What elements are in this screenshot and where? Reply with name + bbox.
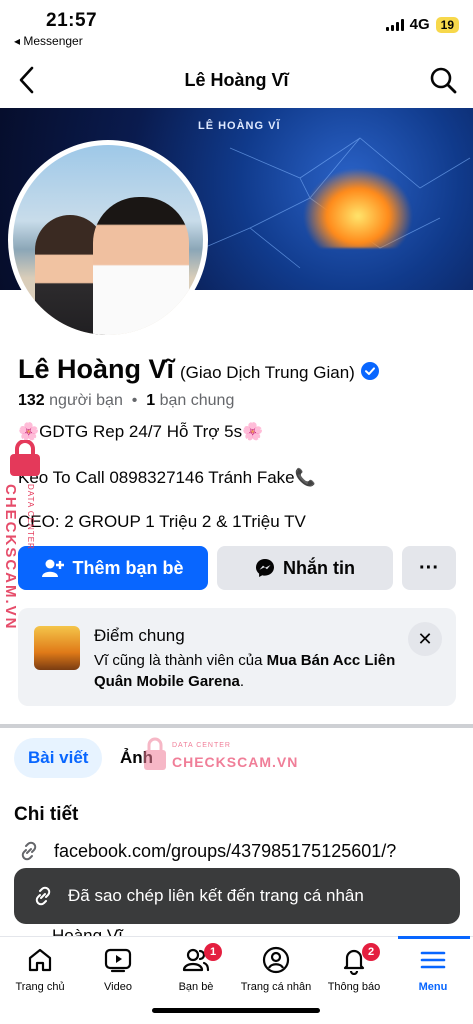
toast-text: Đã sao chép liên kết đến trang cá nhân (68, 886, 364, 905)
link-icon (35, 886, 51, 906)
copied-link-toast: Đã sao chép liên kết đến trang cá nhân (14, 868, 460, 924)
video-icon (104, 948, 132, 973)
detail-link-text[interactable]: facebook.com/groups/437985175125601/? (54, 841, 396, 862)
nav-label: Video (104, 981, 132, 993)
add-friend-button[interactable]: Thêm bạn bè (18, 546, 208, 590)
nav-item-video[interactable]: Video (78, 945, 158, 993)
back-to-messenger[interactable]: ◂ Messenger (14, 34, 83, 48)
avatar-photo (13, 145, 203, 335)
active-tab-indicator (398, 936, 470, 939)
friends-badge: 1 (204, 943, 222, 961)
profile-name-row: Lê Hoàng Vĩ (Giao Dịch Trung Gian) (18, 354, 379, 385)
bio-line: Keo To Call 0898327146 Tránh Fake📞 (18, 468, 316, 487)
status-indicators: 4G 19 (385, 16, 459, 33)
friends-label: người bạn (49, 392, 123, 409)
watermark-subtitle: DATA CENTER (172, 742, 231, 749)
search-icon[interactable] (427, 64, 459, 96)
close-icon[interactable]: ✕ (408, 622, 442, 656)
nav-item-profile[interactable]: Trang cá nhân (236, 945, 316, 993)
watermark-brand: CHECKSCAM.VN (172, 754, 299, 770)
home-indicator (152, 1008, 320, 1013)
bio-line: 🌸GDTG Rep 24/7 Hỗ Trợ 5s🌸 (18, 422, 264, 441)
status-time: 21:57 (46, 10, 98, 31)
network-label: 4G (409, 16, 430, 33)
avatar-person-right (93, 197, 189, 335)
add-friend-label: Thêm bạn bè (72, 557, 184, 578)
details-heading: Chi tiết (14, 804, 79, 825)
messenger-icon (256, 559, 274, 577)
friends-count: 132 (18, 392, 45, 409)
cover-fire-graphic (303, 168, 413, 248)
group-thumbnail (34, 626, 80, 670)
tab-posts[interactable]: Bài viết (14, 738, 103, 778)
home-icon (28, 948, 52, 972)
nav-label: Thông báo (327, 981, 381, 993)
nav-label: Bạn bè (178, 981, 214, 993)
nav-item-notifications[interactable]: 2 Thông báo (314, 943, 394, 993)
verified-badge-icon (360, 362, 379, 380)
section-divider (0, 724, 473, 728)
dot-separator: • (127, 392, 147, 409)
nav-label: Trang cá nhân (240, 981, 312, 993)
nav-item-home[interactable]: Trang chủ (0, 945, 80, 993)
mutual-label: bạn chung (159, 392, 235, 409)
watermark-lock-icon (10, 440, 40, 476)
profile-icon (262, 946, 290, 974)
nav-item-menu[interactable]: Menu (393, 945, 473, 993)
more-options-button[interactable]: ··· (402, 546, 456, 590)
nav-label: Trang chủ (15, 981, 65, 993)
friends-summary[interactable]: 132 người bạn • 1 bạn chung (18, 392, 234, 410)
cover-logo: LÊ HOÀNG VĨ (198, 120, 281, 132)
watermark-subtitle: DATA CENTER (26, 484, 35, 550)
nav-label: Menu (418, 981, 448, 993)
mutual-text-prefix: Vĩ cũng là thành viên của (94, 652, 267, 669)
watermark-brand: CHECKSCAM.VN (2, 484, 19, 631)
detail-link-row[interactable]: facebook.com/groups/437985175125601/? (18, 840, 396, 862)
nav-item-friends[interactable]: 1 Bạn bè (156, 943, 236, 993)
battery-icon: 19 (435, 16, 459, 33)
bio-line: CEO: 2 GROUP 1 Triệu 2 & 1Triệu TV (18, 512, 306, 531)
mutual-card-title: Điểm chung (94, 626, 185, 645)
message-label: Nhắn tin (283, 557, 355, 578)
link-icon (21, 841, 37, 861)
mutual-group-card[interactable]: Điểm chung Vĩ cũng là thành viên của Mua… (18, 608, 456, 706)
mutual-card-text: Vĩ cũng là thành viên của Mua Bán Acc Li… (94, 650, 424, 692)
status-bar: 21:57 ◂ Messenger 4G 19 (0, 0, 473, 56)
mutual-count: 1 (146, 392, 156, 409)
add-friend-icon (42, 559, 65, 577)
signal-icon (385, 18, 404, 31)
page-title: Lê Hoàng Vĩ (184, 70, 289, 90)
profile-name-suffix: (Giao Dịch Trung Gian) (180, 363, 355, 382)
message-button[interactable]: Nhắn tin (217, 546, 393, 590)
notifications-badge: 2 (362, 943, 380, 961)
menu-icon (420, 951, 446, 969)
mutual-text-suffix: . (239, 673, 245, 690)
top-nav: Lê Hoàng Vĩ (0, 58, 473, 104)
profile-name: Lê Hoàng Vĩ (18, 354, 175, 384)
profile-avatar[interactable] (8, 140, 208, 340)
